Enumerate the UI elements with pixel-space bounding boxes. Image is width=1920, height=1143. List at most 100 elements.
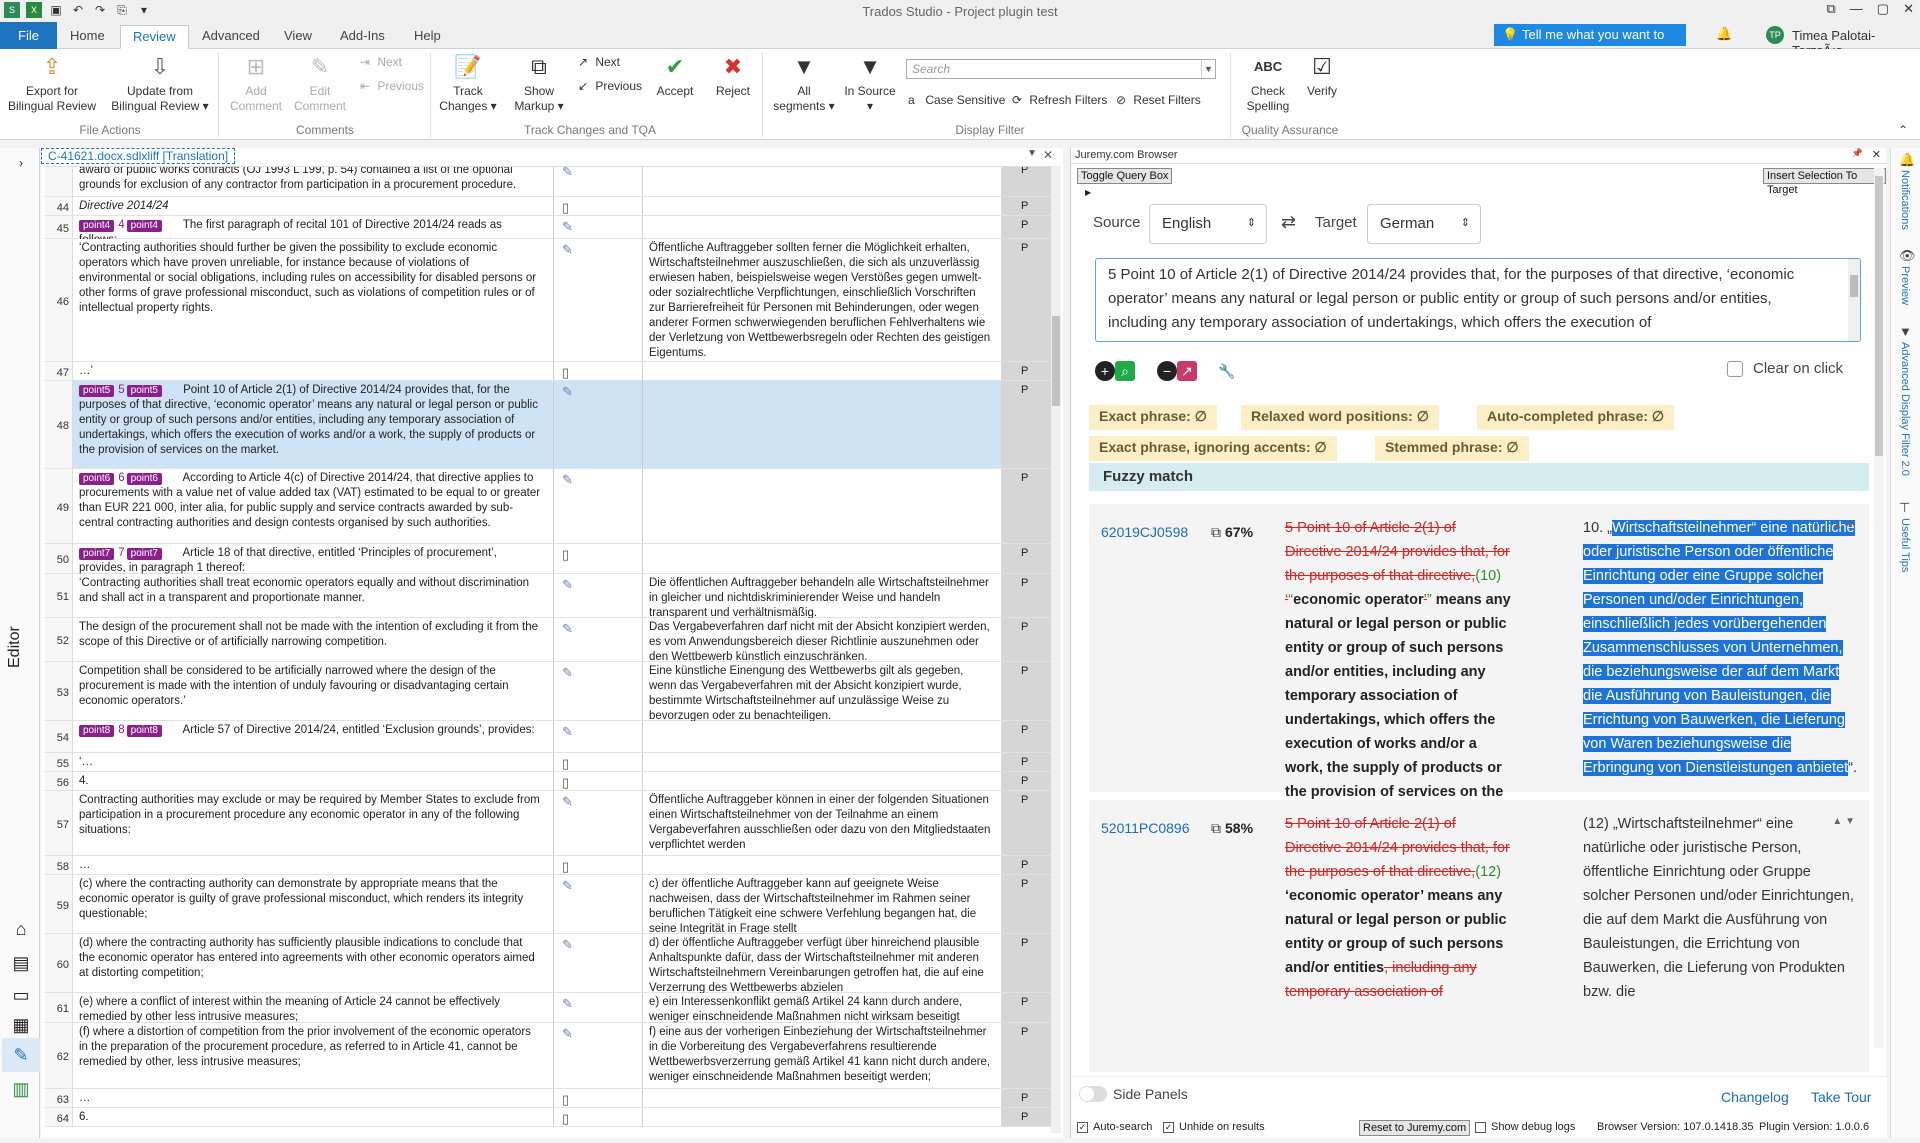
target-cell[interactable]: d) der öffentliche Auftraggeber verfügt …	[645, 934, 995, 998]
segment-row[interactable]: 57 Contracting authorities may exclude or…	[45, 791, 1053, 856]
check-spelling-button[interactable]: ABC Check Spelling	[1240, 53, 1296, 114]
advanced-display-filter-tab[interactable]: Advanced Display Filter 2.0	[1899, 342, 1911, 476]
source-cell[interactable]: 4.	[75, 772, 545, 791]
all-segments-button[interactable]: ▼ All segments ▾	[772, 53, 836, 114]
scrollbar-thumb[interactable]	[1875, 176, 1883, 456]
source-cell[interactable]: ‘Contracting authorities shall treat eco…	[75, 574, 545, 608]
insert-selection-button[interactable]: Insert Selection To Target	[1763, 168, 1886, 196]
tag-open[interactable]: point7	[79, 548, 115, 560]
target-cell[interactable]: Öffentliche Auftraggeber können in einer…	[645, 791, 995, 855]
chevron-down-icon[interactable]: ▼	[1201, 60, 1215, 78]
tag-close[interactable]: point5	[126, 385, 162, 397]
segment-row[interactable]: 56 4. ▯ P	[45, 772, 1053, 791]
scrollbar-thumb[interactable]	[1052, 316, 1060, 406]
segment-row[interactable]: 54 point8 8 point8 Article 57 of Directive …	[45, 721, 1053, 753]
source-cell[interactable]: (f) where a distortion of competition fr…	[75, 1023, 545, 1072]
target-cell[interactable]	[645, 381, 995, 385]
take-tour-link[interactable]: Take Tour	[1811, 1089, 1871, 1105]
segment-row[interactable]: 48 point5 5 point5 Point 10 of Article 2(1)…	[45, 381, 1053, 469]
target-cell[interactable]: Öffentliche Auftraggeber sollten ferner …	[645, 239, 995, 363]
show-markup-button[interactable]: ⧉ Show Markup ▾	[506, 53, 572, 114]
target-cell[interactable]	[645, 197, 995, 201]
segment-row[interactable]: 63 … ▯ P	[45, 1089, 1053, 1108]
swap-languages-icon[interactable]: ⇄	[1281, 212, 1296, 233]
in-source-button[interactable]: ▼ In Source ▾	[840, 53, 900, 114]
segment-row[interactable]: 55 ‘… ▯ P	[45, 753, 1053, 772]
target-language-select[interactable]: German ⇕	[1367, 204, 1481, 244]
reject-button[interactable]: ✖ Reject	[708, 53, 758, 99]
match-celex-link[interactable]: 62019CJ0598	[1101, 524, 1188, 540]
chip-stemmed-phrase[interactable]: Stemmed phrase: ∅	[1375, 436, 1529, 461]
accept-button[interactable]: ✔ Accept	[650, 53, 700, 99]
pin-icon[interactable]: 📌	[1852, 148, 1863, 159]
segment-row[interactable]: 61 (e) where a conflict of interest withi…	[45, 993, 1053, 1038]
segment-row[interactable]: award of public works contracts (OJ 1993…	[45, 167, 1053, 197]
track-changes-button[interactable]: 📝 Track Changes ▾	[436, 53, 500, 114]
target-cell[interactable]	[645, 856, 995, 860]
target-cell[interactable]	[645, 544, 995, 548]
source-cell[interactable]: The design of the procurement shall not …	[75, 618, 545, 652]
target-cell[interactable]	[645, 362, 995, 366]
toggle-query-box-button[interactable]: Toggle Query Box	[1077, 168, 1173, 184]
avatar[interactable]: TP	[1766, 26, 1784, 44]
translation-memories-icon[interactable]: ▥	[10, 1078, 32, 1100]
chip-auto-completed[interactable]: Auto-completed phrase: ∅	[1477, 405, 1675, 430]
tab-help[interactable]: Help	[402, 25, 453, 49]
reset-juremy-button[interactable]: Reset to Juremy.com	[1359, 1120, 1471, 1136]
bell-icon[interactable]: 🔔	[1899, 152, 1915, 168]
tab-addins[interactable]: Add-Ins	[328, 25, 397, 49]
useful-tips-tab[interactable]: Useful Tips	[1899, 518, 1911, 572]
source-cell[interactable]: …	[75, 856, 545, 875]
filter-icon[interactable]: ▼	[1899, 324, 1912, 339]
expand-triangle-icon[interactable]: ▶	[1085, 188, 1091, 197]
tag-close[interactable]: point7	[126, 548, 162, 560]
target-cell[interactable]	[645, 1108, 995, 1112]
segment-row[interactable]: 60 (d) where the contracting authority ha…	[45, 934, 1053, 994]
bell-icon[interactable]: 🔔	[1716, 26, 1732, 42]
expand-icon[interactable]: ›	[10, 152, 32, 174]
segment-row[interactable]: 50 point7 7 point7 Article 18 of that direc…	[45, 544, 1053, 574]
next-comment-button[interactable]: ⇥ Next	[360, 55, 402, 69]
collapse-ribbon-icon[interactable]: ⌃	[1898, 123, 1908, 137]
home-icon[interactable]: ⌂	[10, 918, 32, 940]
editor-icon[interactable]: ✎	[10, 1044, 32, 1066]
tag-close[interactable]: point6	[126, 473, 162, 485]
segment-row[interactable]: 59 (c) where the contracting authority ca…	[45, 875, 1053, 935]
source-cell[interactable]: point5 5 point5 Point 10 of Article 2(1) o…	[75, 381, 545, 460]
match-celex-link[interactable]: 52011PC0896	[1101, 820, 1189, 836]
chip-ignoring-accents[interactable]: Exact phrase, ignoring accents: ∅	[1089, 436, 1337, 461]
case-sensitive-button[interactable]: a Case Sensitive	[908, 93, 1005, 107]
query-scrollbar[interactable]	[1848, 259, 1860, 341]
source-cell[interactable]: award of public works contracts (OJ 1993…	[75, 167, 545, 195]
reports-icon[interactable]: ▦	[10, 1014, 32, 1036]
preview-tab[interactable]: Preview	[1899, 266, 1911, 305]
wrench-icon[interactable]: 🔧	[1217, 361, 1237, 381]
editor-scrollbar[interactable]	[1051, 166, 1061, 1133]
query-textarea[interactable]: 5 Point 10 of Article 2(1) of Directive …	[1095, 258, 1861, 342]
close-icon[interactable]: ✕	[1872, 148, 1881, 161]
target-cell[interactable]	[645, 721, 995, 725]
target-cell[interactable]	[645, 753, 995, 757]
tab-view[interactable]: View	[272, 25, 324, 49]
target-cell[interactable]: f) eine aus der vorherigen Einbeziehung …	[645, 1023, 995, 1087]
match-target[interactable]: 10. „Wirtschaftsteilnehmer“ eine natürli…	[1583, 516, 1859, 780]
tag-open[interactable]: point4	[79, 220, 115, 232]
projects-icon[interactable]: ▤	[10, 952, 32, 974]
segment-row[interactable]: 49 point6 6 point6 According to Article 4(c…	[45, 469, 1053, 544]
segment-row[interactable]: 46 ‘Contracting authorities should furthe…	[45, 239, 1053, 362]
target-cell[interactable]	[645, 772, 995, 776]
tab-advanced[interactable]: Advanced	[190, 25, 272, 49]
segment-row[interactable]: 45 point4 4 point4 The first paragraph of r…	[45, 216, 1053, 246]
source-cell[interactable]: ‘…	[75, 753, 545, 772]
target-cell[interactable]	[645, 216, 995, 220]
match-target[interactable]: (12) „Wirtschaftsteilnehmer“ eine natürl…	[1583, 812, 1859, 1004]
target-selection[interactable]: Wirtschaftsteilnehmer“ eine natürliche o…	[1583, 520, 1855, 776]
previous-comment-button[interactable]: ⇤ Previous	[360, 79, 424, 93]
restore-icon[interactable]: ⧉	[1827, 1, 1836, 17]
source-cell[interactable]: (c) where the contracting authority can …	[75, 875, 545, 924]
chart-icon[interactable]: ↗	[1177, 361, 1197, 381]
tag-close[interactable]: point4	[126, 220, 162, 232]
source-cell[interactable]: 6.	[75, 1108, 545, 1127]
clear-on-click-checkbox[interactable]	[1727, 361, 1743, 377]
source-cell[interactable]: point8 8 point8 Article 57 of Directive 20…	[75, 721, 545, 740]
